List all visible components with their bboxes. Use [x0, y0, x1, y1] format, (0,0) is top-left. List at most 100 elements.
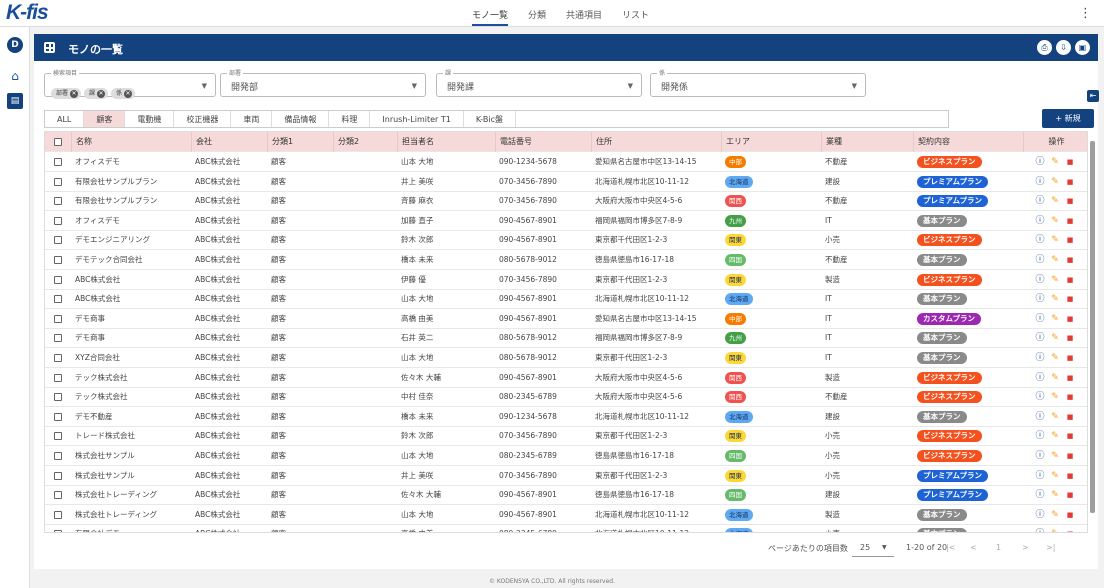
tab-6[interactable]: 料理 — [329, 111, 371, 127]
edit-icon[interactable]: ✎ — [1050, 466, 1060, 486]
table-row[interactable]: XYZ合同会社 ABC株式会社 顧客 山本 大地 080-5678-9012 東京都千代田… — [45, 348, 1087, 368]
info-icon[interactable]: ⓘ — [1035, 328, 1045, 348]
download-icon[interactable]: ⎙ — [1037, 40, 1052, 55]
tab-0[interactable]: ALL — [45, 111, 85, 127]
nav-item[interactable]: モノ一覧 — [472, 8, 509, 26]
tab-3[interactable]: 校正機器 — [174, 111, 232, 127]
delete-icon[interactable]: ■ — [1065, 328, 1075, 348]
row-checkbox[interactable] — [54, 530, 62, 532]
nav-item[interactable]: リスト — [622, 8, 649, 26]
tab-2[interactable]: 電動機 — [125, 111, 175, 127]
delete-icon[interactable]: ■ — [1065, 368, 1075, 388]
prev-page-icon[interactable]: < — [970, 543, 977, 552]
delete-icon[interactable]: ■ — [1065, 446, 1075, 466]
info-icon[interactable]: ⓘ — [1035, 348, 1045, 368]
chevron-down-icon[interactable]: ▼ — [202, 82, 207, 90]
edit-icon[interactable]: ✎ — [1050, 348, 1060, 368]
table-row[interactable]: デモテック合同会社 ABC株式会社 顧客 橋本 未来 080-5678-9012 徳島県徳… — [45, 250, 1087, 270]
edit-icon[interactable]: ✎ — [1050, 485, 1060, 505]
delete-icon[interactable]: ■ — [1065, 348, 1075, 368]
edit-icon[interactable]: ✎ — [1050, 172, 1060, 192]
info-icon[interactable]: ⓘ — [1035, 250, 1045, 270]
row-checkbox[interactable] — [54, 432, 62, 441]
delete-icon[interactable]: ■ — [1065, 387, 1075, 407]
info-icon[interactable]: ⓘ — [1035, 524, 1045, 532]
home-icon[interactable]: ⌂ — [7, 69, 23, 85]
edit-icon[interactable]: ✎ — [1050, 407, 1060, 427]
per-page-select[interactable]: 25 ▼ — [852, 539, 894, 557]
row-checkbox[interactable] — [54, 236, 62, 245]
table-row[interactable]: デモ不動産 ABC株式会社 顧客 橋本 未来 090-1234-5678 北海道札幌市北区… — [45, 407, 1087, 427]
info-icon[interactable]: ⓘ — [1035, 407, 1045, 427]
tab-8[interactable]: K-Bic盤 — [464, 111, 516, 127]
delete-icon[interactable]: ■ — [1065, 505, 1075, 525]
edit-icon[interactable]: ✎ — [1050, 309, 1060, 329]
delete-icon[interactable]: ■ — [1065, 211, 1075, 231]
table-row[interactable]: 有限会社サンプルプラン ABC株式会社 顧客 井上 美咲 070-3456-7890 北海… — [45, 172, 1087, 192]
remove-chip-icon[interactable]: ✕ — [70, 89, 79, 98]
filter-chip[interactable]: 係 ✕ — [111, 88, 136, 99]
info-icon[interactable]: ⓘ — [1035, 387, 1045, 407]
delete-icon[interactable]: ■ — [1065, 172, 1075, 192]
info-icon[interactable]: ⓘ — [1035, 446, 1045, 466]
edit-icon[interactable]: ✎ — [1050, 387, 1060, 407]
building-icon[interactable]: ▤ — [7, 93, 23, 109]
table-row[interactable]: デモ商事 ABC株式会社 顧客 石井 英二 080-5678-9012 福岡県福岡市博多区… — [45, 328, 1087, 349]
info-icon[interactable]: ⓘ — [1035, 485, 1045, 505]
tab-5[interactable]: 備品情報 — [272, 111, 330, 127]
info-icon[interactable]: ⓘ — [1035, 368, 1045, 388]
delete-icon[interactable]: ■ — [1065, 466, 1075, 486]
table-row[interactable]: オフィスデモ ABC株式会社 顧客 加藤 直子 090-4567-8901 福岡県福岡市博… — [45, 211, 1087, 231]
table-row[interactable]: トレード株式会社 ABC株式会社 顧客 鈴木 次郎 070-3456-7890 東京都千代… — [45, 426, 1087, 447]
collapse-icon[interactable]: ⇤ — [1087, 90, 1099, 102]
edit-icon[interactable]: ✎ — [1050, 328, 1060, 348]
app-logo[interactable]: K-fis — [6, 1, 49, 25]
row-checkbox[interactable] — [54, 373, 62, 382]
d-logo-icon[interactable]: D — [7, 37, 23, 53]
info-icon[interactable]: ⓘ — [1035, 426, 1045, 446]
row-checkbox[interactable] — [54, 491, 62, 500]
row-checkbox[interactable] — [54, 471, 62, 480]
row-checkbox[interactable] — [54, 510, 62, 519]
info-icon[interactable]: ⓘ — [1035, 466, 1045, 486]
delete-icon[interactable]: ■ — [1065, 152, 1075, 172]
select-all-checkbox[interactable] — [54, 138, 62, 146]
delete-icon[interactable]: ■ — [1065, 407, 1075, 427]
info-icon[interactable]: ⓘ — [1035, 230, 1045, 250]
info-icon[interactable]: ⓘ — [1035, 289, 1045, 309]
row-checkbox[interactable] — [54, 177, 62, 186]
info-icon[interactable]: ⓘ — [1035, 172, 1045, 192]
department-select[interactable]: 部署 開発部 ▼ — [220, 68, 426, 97]
group-select[interactable]: 係 開発係 ▼ — [650, 68, 866, 97]
edit-icon[interactable]: ✎ — [1050, 426, 1060, 446]
row-checkbox[interactable] — [54, 158, 62, 166]
table-row[interactable]: ABC株式会社 ABC株式会社 顧客 伊藤 優 070-3456-7890 東京都千代田区… — [45, 270, 1087, 290]
nav-item[interactable]: 共通項目 — [566, 8, 602, 26]
scrollbar[interactable] — [1090, 141, 1095, 513]
new-button[interactable]: + 新規 — [1042, 109, 1094, 128]
table-row[interactable]: 株式会社トレーディング ABC株式会社 顧客 山本 大地 090-4567-8901 北海… — [45, 505, 1087, 525]
last-page-icon[interactable]: >| — [1046, 543, 1055, 552]
tab-1[interactable]: 顧客 — [84, 111, 126, 127]
delete-icon[interactable]: ■ — [1065, 309, 1075, 329]
row-checkbox[interactable] — [54, 334, 62, 343]
row-checkbox[interactable] — [54, 314, 62, 323]
edit-icon[interactable]: ✎ — [1050, 211, 1060, 231]
info-icon[interactable]: ⓘ — [1035, 270, 1045, 290]
row-checkbox[interactable] — [54, 256, 62, 264]
table-row[interactable]: 有限会社デモ ABC株式会社顧客 高橋 由美 080-2345-6789 北海道札幌市北… — [45, 524, 1087, 532]
info-icon[interactable]: ⓘ — [1035, 505, 1045, 525]
table-row[interactable]: ABC株式会社 ABC株式会社 顧客 山本 大地 090-4567-8901 北海道札幌市… — [45, 289, 1087, 310]
more-menu-icon[interactable]: ⋮ — [1079, 6, 1092, 21]
row-checkbox[interactable] — [54, 197, 62, 206]
section-select[interactable]: 課 開発課 ▼ — [436, 68, 642, 97]
filter-chip[interactable]: 部署 ✕ — [51, 88, 82, 99]
row-checkbox[interactable] — [54, 295, 62, 304]
info-icon[interactable]: ⓘ — [1035, 152, 1045, 172]
delete-icon[interactable]: ■ — [1065, 230, 1075, 250]
delete-icon[interactable]: ■ — [1065, 289, 1075, 309]
edit-icon[interactable]: ✎ — [1050, 270, 1060, 290]
search-items-field[interactable]: 検索項目 部署 ✕ 課 ✕ 係 ✕ ▼ — [44, 68, 216, 99]
chevron-down-icon[interactable]: ▼ — [628, 82, 633, 90]
chevron-down-icon[interactable]: ▼ — [412, 82, 417, 90]
